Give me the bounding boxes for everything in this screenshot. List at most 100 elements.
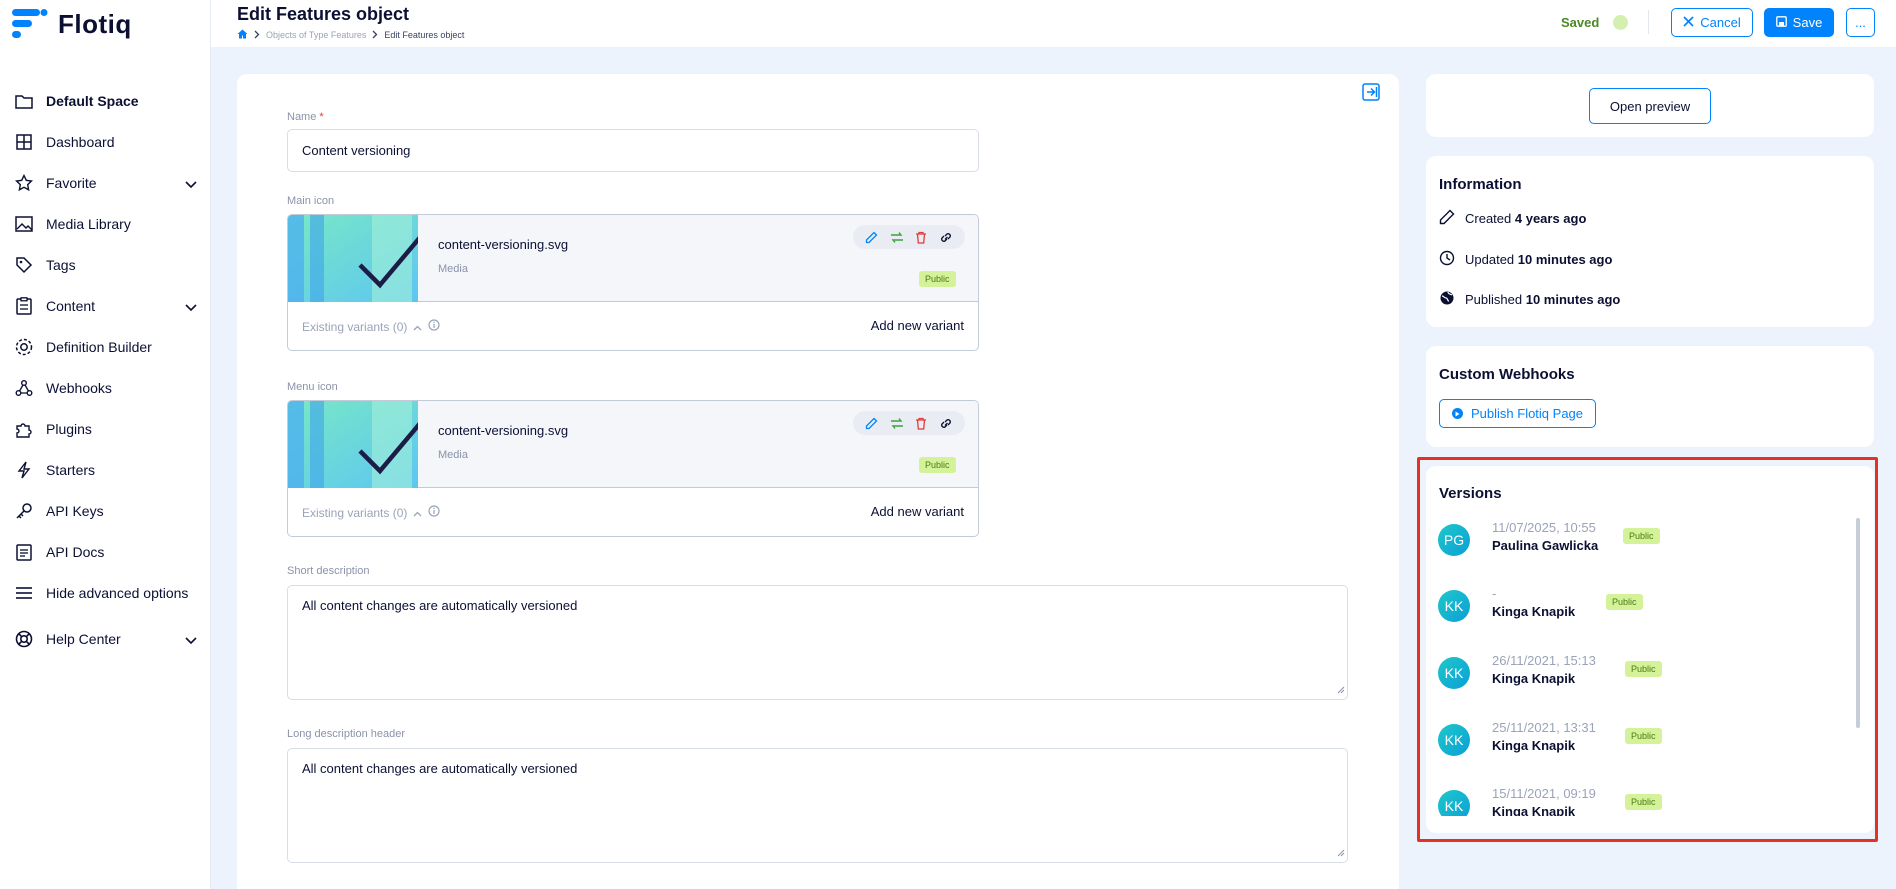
info-published: Published 10 minutes ago (1439, 290, 1620, 309)
chevron-right-icon (372, 30, 378, 41)
home-icon[interactable] (237, 29, 248, 41)
status-dot (1613, 15, 1629, 30)
sidebar-item-label: Tags (46, 257, 76, 273)
sidebar-item-label: Hide advanced options (46, 585, 189, 601)
cancel-button[interactable]: Cancel (1671, 8, 1753, 37)
sidebar-item-label: Webhooks (46, 380, 112, 396)
required-mark: * (319, 111, 324, 123)
docs-icon (14, 542, 34, 562)
save-status: Saved (1561, 15, 1629, 30)
link-icon[interactable] (939, 231, 953, 244)
sidebar-item-label: Starters (46, 462, 96, 478)
sidebar-item-starters[interactable]: Starters (0, 455, 211, 485)
sidebar-item-api-docs[interactable]: API Docs (0, 537, 211, 567)
public-badge: Public (919, 457, 956, 473)
add-variant-button[interactable]: Add new variant (871, 318, 964, 333)
sidebar-item-help-center[interactable]: Help Center (0, 624, 211, 654)
sidebar-item-tags[interactable]: Tags (0, 250, 211, 280)
trash-icon[interactable] (915, 417, 927, 430)
sidebar-item-label: Plugins (46, 421, 92, 437)
custom-webhooks-card: Custom Webhooks Publish Flotiq Page (1426, 346, 1874, 447)
sidebar: Flotiq Default Space Dashboard Favorite … (0, 0, 211, 889)
sidebar-item-label: Definition Builder (46, 339, 152, 355)
media-actions (853, 411, 965, 435)
edit-form-card: Name * Content versioning Main icon cont… (237, 74, 1399, 889)
existing-variants-toggle[interactable]: Existing variants (0) (302, 505, 440, 520)
name-label: Name * (287, 111, 324, 123)
published-value: 10 minutes ago (1525, 292, 1621, 307)
play-icon (1452, 408, 1463, 419)
collapse-sidebar-icon[interactable] (1362, 83, 1380, 101)
variants-label: Existing variants (0) (302, 319, 408, 334)
sidebar-item-label: Default Space (46, 93, 139, 109)
info-created: Created 4 years ago (1439, 209, 1586, 228)
star-icon (14, 173, 34, 193)
versions-highlight-box (1417, 457, 1878, 842)
variants-label: Existing variants (0) (302, 505, 408, 520)
sidebar-item-label: Help Center (46, 631, 121, 647)
open-preview-button[interactable]: Open preview (1589, 88, 1711, 124)
chevron-up-icon (413, 506, 422, 520)
media-item[interactable]: content-versioning.svg Media Public (288, 401, 978, 488)
sidebar-item-label: Favorite (46, 175, 97, 191)
save-button-label: Save (1792, 15, 1823, 30)
information-title: Information (1439, 176, 1522, 193)
sidebar-item-favorite[interactable]: Favorite (0, 168, 211, 198)
name-label-text: Name (287, 111, 317, 123)
main-icon-media-field: content-versioning.svg Media Public Exis… (287, 214, 979, 351)
created-label: Created (1465, 211, 1512, 226)
chevron-down-icon (185, 632, 197, 648)
gear-icon (14, 337, 34, 357)
media-item[interactable]: content-versioning.svg Media Public (288, 215, 978, 302)
published-label: Published (1465, 292, 1523, 307)
updated-value: 10 minutes ago (1517, 252, 1613, 267)
menu-icon-label: Menu icon (287, 381, 338, 393)
long-description-header-label: Long description header (287, 728, 406, 740)
sidebar-item-label: API Keys (46, 503, 104, 519)
add-variant-button[interactable]: Add new variant (871, 504, 964, 519)
close-icon (1683, 15, 1694, 30)
breadcrumb: Objects of Type Features Edit Features o… (237, 29, 464, 41)
clipboard-icon (14, 296, 34, 316)
replace-icon[interactable] (890, 231, 904, 244)
bolt-icon (14, 460, 34, 480)
sidebar-item-dashboard[interactable]: Dashboard (0, 127, 211, 157)
top-header: Edit Features object Objects of Type Fea… (211, 0, 1896, 47)
existing-variants-toggle[interactable]: Existing variants (0) (302, 319, 440, 334)
media-file-type: Media (438, 449, 468, 461)
save-button[interactable]: Save (1764, 8, 1834, 37)
image-icon (14, 214, 34, 234)
resize-handle-icon[interactable] (1337, 682, 1345, 697)
trash-icon[interactable] (915, 231, 927, 244)
sidebar-item-default-space[interactable]: Default Space (0, 86, 211, 116)
breadcrumb-link-objects[interactable]: Objects of Type Features (266, 30, 366, 40)
floppy-disk-icon (1775, 15, 1787, 30)
short-description-textarea[interactable]: All content changes are automatically ve… (287, 585, 1348, 700)
chevron-up-icon (413, 320, 422, 334)
sidebar-item-definition-builder[interactable]: Definition Builder (0, 332, 211, 362)
resize-handle-icon[interactable] (1337, 845, 1345, 860)
puzzle-icon (14, 419, 34, 439)
preview-card: Open preview (1426, 74, 1874, 137)
page-title: Edit Features object (237, 4, 410, 24)
pencil-icon[interactable] (865, 231, 878, 244)
long-description-header-textarea[interactable]: All content changes are automatically ve… (287, 748, 1348, 863)
link-icon[interactable] (939, 417, 953, 430)
sidebar-item-media-library[interactable]: Media Library (0, 209, 211, 239)
info-icon (428, 319, 440, 334)
replace-icon[interactable] (890, 417, 904, 430)
updated-label: Updated (1465, 252, 1515, 267)
sidebar-item-hide-advanced[interactable]: Hide advanced options (0, 578, 211, 608)
sidebar-item-content[interactable]: Content (0, 291, 211, 321)
pencil-icon[interactable] (865, 417, 878, 430)
sidebar-item-webhooks[interactable]: Webhooks (0, 373, 211, 403)
publish-flotiq-page-button[interactable]: Publish Flotiq Page (1439, 399, 1597, 428)
name-input[interactable]: Content versioning (287, 129, 979, 172)
app-logo[interactable]: Flotiq (10, 6, 132, 42)
logo-text: Flotiq (58, 8, 132, 39)
media-file-type: Media (438, 263, 468, 275)
chevron-right-icon (254, 30, 260, 41)
sidebar-item-api-keys[interactable]: API Keys (0, 496, 211, 526)
more-options-button[interactable]: ... (1846, 8, 1875, 37)
sidebar-item-plugins[interactable]: Plugins (0, 414, 211, 444)
